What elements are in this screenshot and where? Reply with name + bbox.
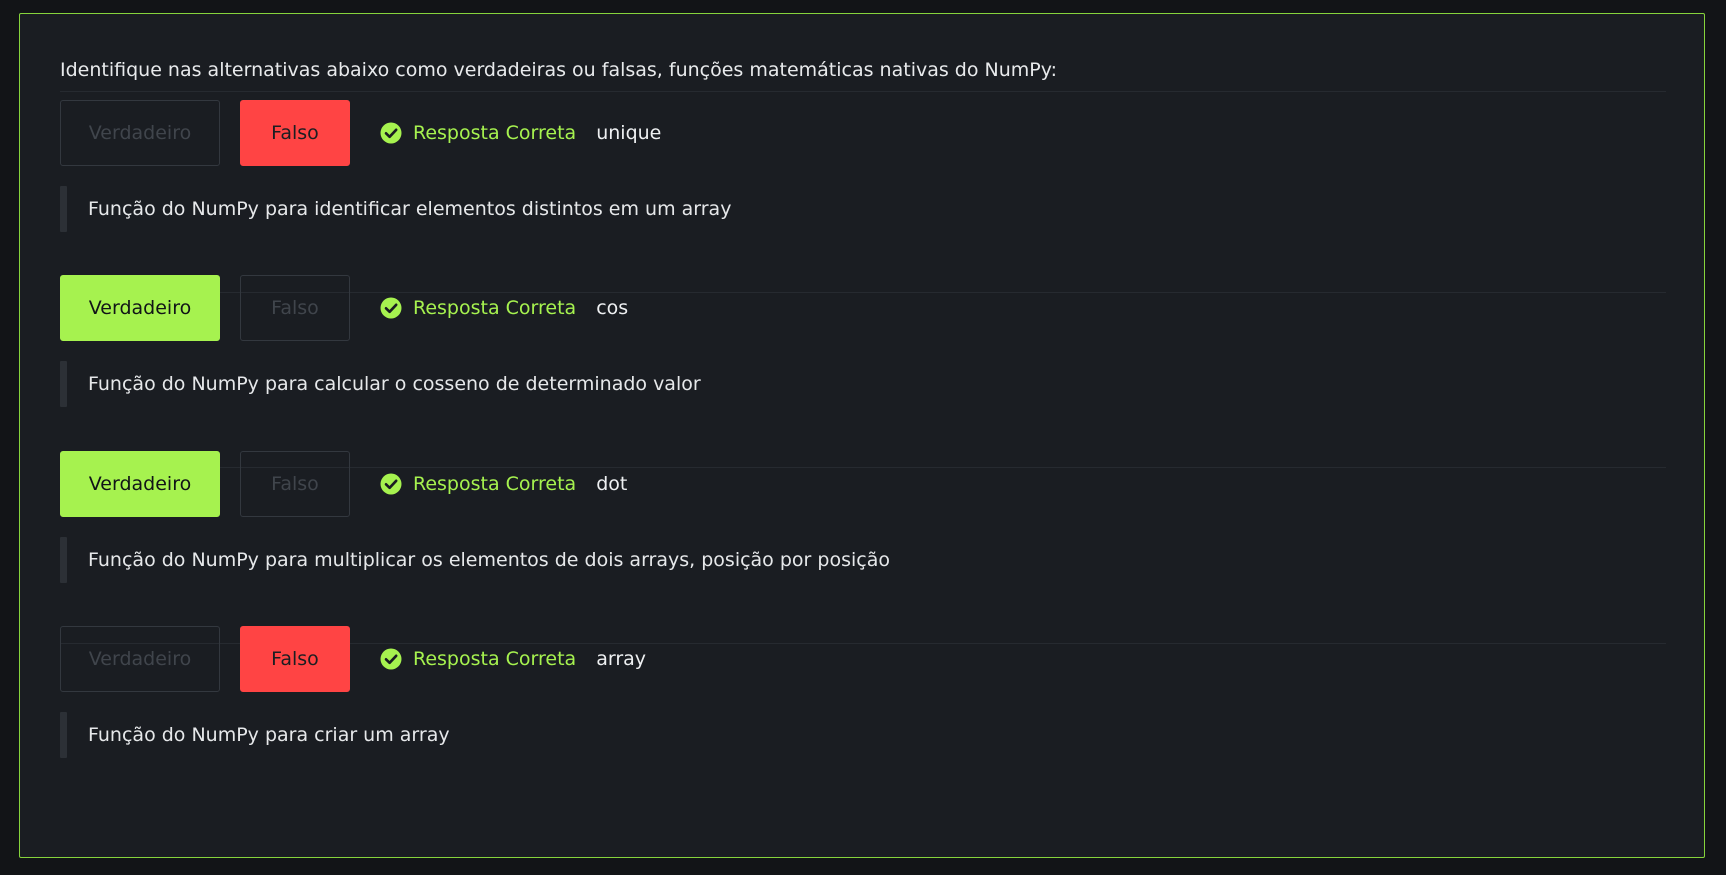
description-text: Função do NumPy para criar um array [88, 724, 450, 746]
list-item: Verdadeiro Falso Resposta Correta cos Fu… [60, 275, 1666, 468]
false-button[interactable]: Falso [240, 626, 350, 692]
description-text: Função do NumPy para calcular o cosseno … [88, 373, 701, 395]
list-item: Verdadeiro Falso Resposta Correta dot Fu… [60, 451, 1666, 644]
true-button[interactable]: Verdadeiro [60, 451, 220, 517]
list-item: Verdadeiro Falso Resposta Correta unique… [60, 100, 1666, 293]
correct-status: Resposta Correta [380, 648, 576, 670]
check-circle-icon [380, 122, 402, 144]
function-name: dot [596, 473, 628, 495]
description: Função do NumPy para identificar element… [60, 186, 731, 232]
check-circle-icon [380, 648, 402, 670]
answer-row: Verdadeiro Falso Resposta Correta dot [60, 451, 627, 517]
question-panel: Identifique nas alternativas abaixo como… [19, 13, 1705, 858]
question-title: Identifique nas alternativas abaixo como… [60, 54, 1666, 92]
true-button[interactable]: Verdadeiro [60, 275, 220, 341]
correct-status: Resposta Correta [380, 297, 576, 319]
correct-status-label: Resposta Correta [413, 297, 577, 319]
description-text: Função do NumPy para multiplicar os elem… [88, 549, 890, 571]
answer-row: Verdadeiro Falso Resposta Correta array [60, 626, 646, 692]
answer-row: Verdadeiro Falso Resposta Correta cos [60, 275, 628, 341]
list-item: Verdadeiro Falso Resposta Correta array … [60, 626, 1666, 819]
description-bar [60, 712, 67, 758]
function-name: cos [596, 297, 629, 319]
correct-status: Resposta Correta [380, 473, 576, 495]
correct-status-label: Resposta Correta [413, 122, 577, 144]
function-name: unique [596, 122, 662, 144]
true-button[interactable]: Verdadeiro [60, 626, 220, 692]
description-bar [60, 537, 67, 583]
description: Função do NumPy para criar um array [60, 712, 450, 758]
answer-row: Verdadeiro Falso Resposta Correta unique [60, 100, 661, 166]
description: Função do NumPy para calcular o cosseno … [60, 361, 701, 407]
false-button[interactable]: Falso [240, 275, 350, 341]
correct-status: Resposta Correta [380, 122, 576, 144]
true-button[interactable]: Verdadeiro [60, 100, 220, 166]
check-circle-icon [380, 297, 402, 319]
description-bar [60, 186, 67, 232]
description: Função do NumPy para multiplicar os elem… [60, 537, 890, 583]
false-button[interactable]: Falso [240, 451, 350, 517]
false-button[interactable]: Falso [240, 100, 350, 166]
correct-status-label: Resposta Correta [413, 648, 577, 670]
description-text: Função do NumPy para identificar element… [88, 198, 732, 220]
function-name: array [596, 648, 647, 670]
correct-status-label: Resposta Correta [413, 473, 577, 495]
check-circle-icon [380, 473, 402, 495]
description-bar [60, 361, 67, 407]
